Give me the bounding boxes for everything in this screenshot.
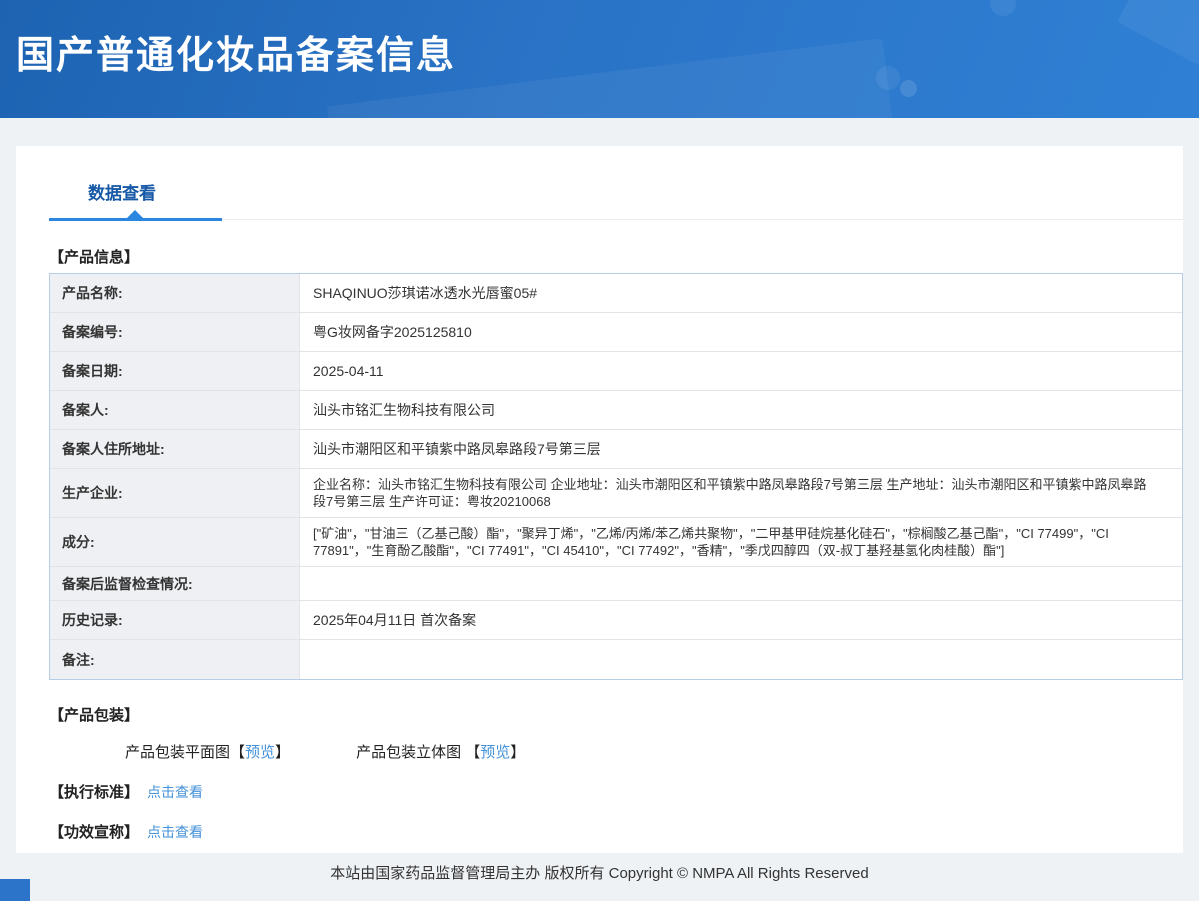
packaging-stereo-label: 产品包装立体图	[356, 744, 462, 761]
row-value: 汕头市潮阳区和平镇紫中路凤皋路段7号第三层	[300, 430, 1182, 468]
row-label: 备案后监督检查情况:	[50, 567, 300, 600]
row-value	[300, 567, 1182, 600]
page-title: 国产普通化妆品备案信息	[16, 35, 457, 77]
table-row-filing-date: 备案日期: 2025-04-11	[50, 352, 1182, 391]
section-title-standard: 【执行标准】	[49, 784, 140, 801]
row-label: 备案日期:	[50, 352, 300, 390]
standard-line: 【执行标准】 点击查看	[49, 781, 1183, 802]
content-card: 数据查看 【产品信息】 产品名称: SHAQINUO莎琪诺冰透水光唇蜜05# 备…	[16, 146, 1183, 853]
row-value: 2025年04月11日 首次备案	[300, 601, 1182, 639]
tab-active-underline	[49, 218, 222, 221]
standard-view-link[interactable]: 点击查看	[147, 784, 203, 800]
row-label: 成分:	[50, 518, 300, 566]
page-header-banner: 国产普通化妆品备案信息	[0, 0, 1199, 118]
row-value: 汕头市铭汇生物科技有限公司	[300, 391, 1182, 429]
table-row-product-name: 产品名称: SHAQINUO莎琪诺冰透水光唇蜜05#	[50, 274, 1182, 313]
table-row-filer-address: 备案人住所地址: 汕头市潮阳区和平镇紫中路凤皋路段7号第三层	[50, 430, 1182, 469]
table-row-manufacturer: 生产企业: 企业名称：汕头市铭汇生物科技有限公司 企业地址：汕头市潮阳区和平镇紫…	[50, 469, 1182, 518]
tab-bar: 数据查看	[16, 146, 1183, 221]
banner-decor-shape	[1117, 0, 1199, 88]
section-title-product-info: 【产品信息】	[49, 249, 140, 266]
banner-decor-circle	[876, 66, 900, 90]
row-label: 历史记录:	[50, 601, 300, 639]
row-label: 备案人住所地址:	[50, 430, 300, 468]
banner-decor-circle	[990, 0, 1016, 16]
bracket: 【	[230, 744, 246, 761]
row-label: 备案编号:	[50, 313, 300, 351]
page-footer: 本站由国家药品监督管理局主办 版权所有 Copyright © NMPA All…	[0, 853, 1199, 901]
table-row-history: 历史记录: 2025年04月11日 首次备案	[50, 601, 1182, 640]
product-info-table: 产品名称: SHAQINUO莎琪诺冰透水光唇蜜05# 备案编号: 粤G妆网备字2…	[49, 273, 1183, 680]
row-label: 备注:	[50, 640, 300, 679]
row-value	[300, 640, 1182, 679]
bracket: 】	[510, 744, 526, 761]
row-value: ["矿油"，"甘油三（乙基己酸）酯"，"聚异丁烯"，"乙烯/丙烯/苯乙烯共聚物"…	[300, 518, 1182, 566]
row-label: 备案人:	[50, 391, 300, 429]
table-row-supervision: 备案后监督检查情况:	[50, 567, 1182, 601]
packaging-line: 产品包装平面图【预览】 产品包装立体图 【预览】	[125, 741, 1183, 762]
table-row-ingredients: 成分: ["矿油"，"甘油三（乙基己酸）酯"，"聚异丁烯"，"乙烯/丙烯/苯乙烯…	[50, 518, 1182, 567]
table-row-filing-number: 备案编号: 粤G妆网备字2025125810	[50, 313, 1182, 352]
row-value: SHAQINUO莎琪诺冰透水光唇蜜05#	[300, 274, 1182, 312]
tab-data-view[interactable]: 数据查看	[88, 179, 156, 204]
row-value: 粤G妆网备字2025125810	[300, 313, 1182, 351]
footer-corner-accent	[0, 879, 30, 901]
row-value: 企业名称：汕头市铭汇生物科技有限公司 企业地址：汕头市潮阳区和平镇紫中路凤皋路段…	[300, 469, 1182, 517]
bracket: 【	[461, 744, 481, 761]
table-row-remarks: 备注:	[50, 640, 1182, 679]
efficacy-line: 【功效宣称】 点击查看	[49, 821, 1183, 842]
row-label: 产品名称:	[50, 274, 300, 312]
footer-copyright-text: 本站由国家药品监督管理局主办 版权所有 Copyright © NMPA All…	[330, 865, 869, 882]
table-row-filer: 备案人: 汕头市铭汇生物科技有限公司	[50, 391, 1182, 430]
bracket: 】	[275, 744, 291, 761]
packaging-flat-preview-link[interactable]: 预览	[245, 744, 275, 761]
tab-active-arrow-icon	[127, 210, 143, 218]
section-title-packaging: 【产品包装】	[49, 707, 140, 724]
row-value: 2025-04-11	[300, 352, 1182, 390]
efficacy-view-link[interactable]: 点击查看	[147, 824, 203, 840]
packaging-stereo-preview-link[interactable]: 预览	[480, 744, 510, 761]
banner-decor-circle	[900, 80, 917, 97]
packaging-flat-label: 产品包装平面图	[125, 744, 231, 761]
section-title-efficacy: 【功效宣称】	[49, 824, 140, 841]
row-label: 生产企业:	[50, 469, 300, 517]
